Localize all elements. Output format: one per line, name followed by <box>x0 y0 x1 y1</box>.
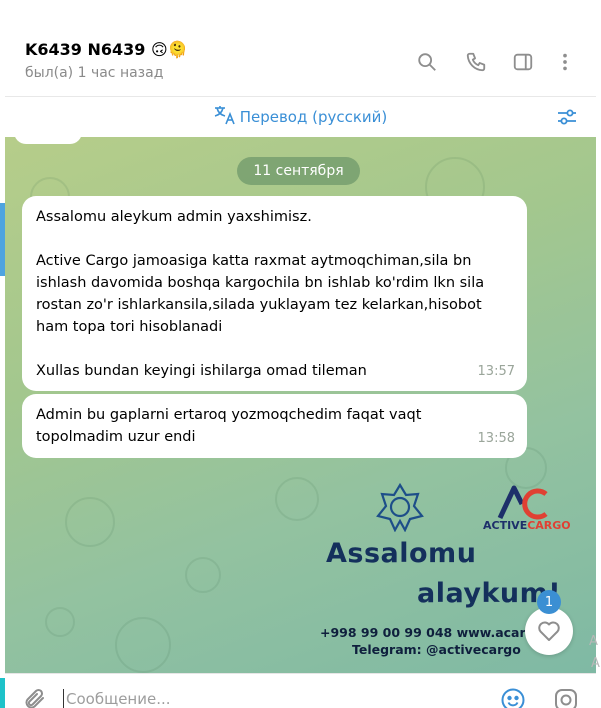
message-input[interactable] <box>63 689 483 708</box>
banner-contact-telegram: Telegram: @activecargo <box>352 642 521 657</box>
activecargo-logo-icon <box>497 485 548 520</box>
reaction-button[interactable] <box>525 607 573 655</box>
chat-header: K6439 N6439 🙃🫠 был(а) 1 час назад <box>5 28 596 96</box>
translate-bar: Перевод (русский) <box>5 96 596 137</box>
message-line: Xullas bundan keyingi ishilarga omad til… <box>36 363 367 379</box>
brand-name: ACTIVECARGO <box>483 519 571 532</box>
emoji-icon[interactable] <box>500 687 526 708</box>
unread-indicator <box>0 203 5 276</box>
background-doodle <box>115 617 171 673</box>
message-text: Assalomu aleykum admin yaxshimisz. Activ… <box>36 206 513 382</box>
search-icon[interactable] <box>415 50 439 74</box>
message-composer <box>5 673 596 708</box>
banner-contact-phone: +998 99 00 99 048 www.acarg <box>320 625 535 640</box>
filter-settings-icon[interactable] <box>556 106 578 128</box>
translate-label: Перевод (русский) <box>239 108 388 126</box>
banner-title-line1: Assalomu <box>326 538 477 569</box>
message-bubble[interactable]: Admin bu gaplarni ertaroq yozmoqchedim f… <box>22 394 527 458</box>
message-time: 13:58 <box>477 431 515 446</box>
background-doodle <box>185 557 221 593</box>
message-line: Active Cargo jamoasiga katta raxmat aytm… <box>36 253 472 269</box>
translate-icon <box>214 105 236 129</box>
message-line: ham topa tori hisoblanadi <box>36 319 223 335</box>
sidebar-toggle-icon[interactable] <box>511 50 535 74</box>
background-doodle <box>275 477 319 521</box>
more-vertical-icon[interactable] <box>553 50 577 74</box>
background-doodle <box>65 497 115 547</box>
message-text: Admin bu gaplarni ertaroq yozmoqchedim f… <box>36 404 513 448</box>
background-doodle <box>45 607 75 637</box>
message-line: topolmadim uzur endi <box>36 429 196 445</box>
brand-name-part2: CARGO <box>527 519 571 532</box>
chat-title[interactable]: K6439 N6439 🙃🫠 <box>25 40 188 59</box>
brand-name-part1: ACTIVE <box>483 519 528 532</box>
message-line: rostan zo'r ishlarkansila,silada yuklaya… <box>36 297 482 313</box>
phone-icon[interactable] <box>464 50 488 74</box>
heart-icon <box>538 621 560 641</box>
edge-text: A <box>589 634 598 649</box>
message-bubble[interactable]: Assalomu aleykum admin yaxshimisz. Activ… <box>22 196 527 391</box>
edge-text: A <box>591 656 600 671</box>
message-line: Admin bu gaplarni ertaroq yozmoqchedim f… <box>36 407 422 423</box>
camera-icon[interactable] <box>553 687 579 708</box>
message-line: ishlash davomida boshqa kargochila bn is… <box>36 275 485 291</box>
ornament-logo-icon <box>376 482 424 532</box>
last-seen-status: был(а) 1 час назад <box>25 65 164 81</box>
translate-button[interactable]: Перевод (русский) <box>5 97 596 137</box>
message-line: Assalomu aleykum admin yaxshimisz. <box>36 209 312 225</box>
previous-message-bubble <box>14 126 82 144</box>
attach-icon[interactable] <box>23 687 47 708</box>
message-time: 13:57 <box>477 364 515 379</box>
reaction-count-badge: 1 <box>537 590 561 614</box>
date-separator: 11 сентября <box>237 157 360 185</box>
telegram-chat-window: K6439 N6439 🙃🫠 был(а) 1 час назад Перево… <box>0 0 601 708</box>
